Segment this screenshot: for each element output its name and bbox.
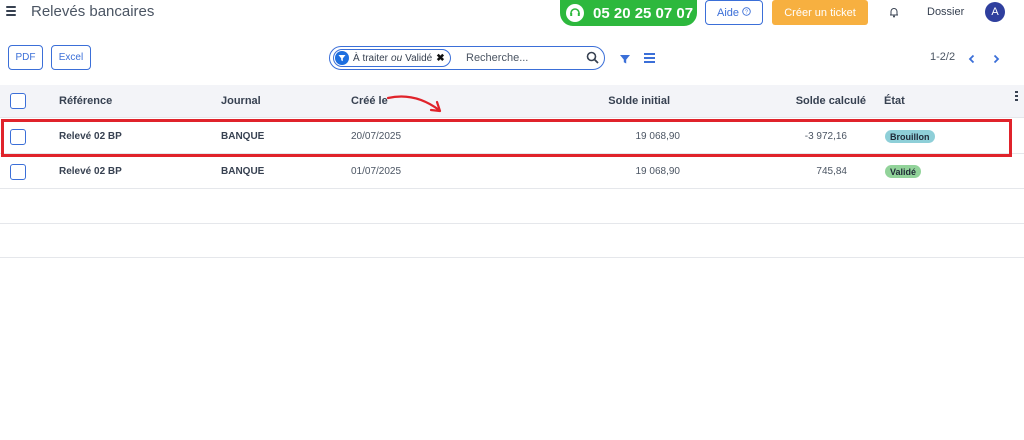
page-title: Relevés bancaires: [31, 3, 155, 20]
help-label: Aide: [716, 6, 740, 19]
phone-number: 05 20 25 07 07: [593, 4, 694, 22]
col-initial-balance[interactable]: Solde initial: [560, 95, 670, 107]
facet-value-1: À traiter: [353, 52, 389, 64]
pdf-button[interactable]: PDF: [8, 45, 43, 70]
funnel-icon: [335, 51, 349, 65]
col-reference[interactable]: Référence: [59, 95, 112, 107]
headset-icon: [566, 4, 584, 22]
col-journal[interactable]: Journal: [221, 95, 261, 107]
help-button[interactable]: Aide ?: [705, 0, 763, 25]
facet-value-2: Validé: [405, 52, 433, 64]
question-circle-icon: ?: [742, 6, 751, 19]
table-header: Référence Journal Créé le Solde initial …: [0, 85, 1024, 118]
cell-created: 01/07/2025: [351, 166, 402, 177]
row-divider: [0, 223, 1024, 224]
chevron-left-icon[interactable]: [966, 52, 978, 64]
remove-facet-icon[interactable]: ✖: [436, 53, 444, 64]
chevron-right-icon[interactable]: [990, 52, 1002, 64]
list-view-icon[interactable]: [644, 53, 655, 63]
cell-initial-balance: 19 068,90: [635, 166, 681, 177]
col-created[interactable]: Créé le: [351, 95, 388, 107]
cell-reference: Relevé 02 BP: [59, 166, 122, 177]
dossier-menu[interactable]: Dossier: [927, 6, 964, 18]
avatar[interactable]: A: [985, 2, 1005, 22]
phone-button[interactable]: 05 20 25 07 07: [560, 0, 697, 26]
pager-value[interactable]: 1-2/2: [930, 51, 955, 63]
row-checkbox[interactable]: [10, 164, 26, 180]
bell-icon[interactable]: [887, 5, 901, 19]
status-badge: Validé: [885, 165, 922, 178]
highlight-box: [1, 119, 1012, 157]
search-bar: À traiter ou Validé ✖: [329, 46, 605, 70]
cell-computed-balance: 745,84: [816, 166, 847, 177]
annotation-arrow-icon: [386, 95, 442, 113]
table-row[interactable]: Relevé 02 BP BANQUE 01/07/2025 19 068,90…: [0, 155, 1024, 189]
create-ticket-button[interactable]: Créer un ticket: [772, 0, 868, 25]
search-icon[interactable]: [586, 51, 599, 64]
svg-text:?: ?: [745, 9, 748, 15]
menu-icon[interactable]: [6, 6, 16, 16]
col-state[interactable]: État: [884, 95, 905, 107]
search-input[interactable]: [466, 48, 581, 68]
row-divider: [0, 257, 1024, 258]
column-options-icon[interactable]: [1015, 91, 1018, 101]
top-bar: Relevés bancaires 05 20 25 07 07 Aide ? …: [0, 0, 1024, 28]
excel-button[interactable]: Excel: [51, 45, 91, 70]
filter-icon[interactable]: [619, 52, 631, 64]
facet-separator: ou: [391, 52, 403, 64]
filter-facet[interactable]: À traiter ou Validé ✖: [333, 49, 451, 67]
col-computed-balance[interactable]: Solde calculé: [756, 95, 866, 107]
cell-journal: BANQUE: [221, 166, 265, 177]
select-all-checkbox[interactable]: [10, 93, 26, 109]
